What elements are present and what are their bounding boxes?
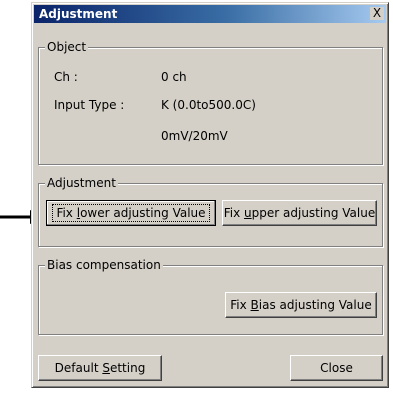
object-group-legend: Object: [45, 39, 89, 55]
input-type-value: K (0.0to500.0C): [161, 98, 256, 112]
range-value: 0mV/20mV: [161, 129, 228, 143]
fix-bias-button[interactable]: Fix Bias adjusting Value: [225, 292, 377, 318]
adjustment-group: Adjustment Fix lower adjusting Value Fix…: [38, 175, 383, 247]
fix-upper-button[interactable]: Fix upper adjusting Value: [222, 200, 377, 226]
bias-compensation-group: Bias compensation Fix Bias adjusting Val…: [38, 257, 383, 335]
ch-value: 0 ch: [161, 70, 187, 84]
title-bar: Adjustment X: [34, 5, 386, 23]
fix-bias-label: Fix Bias adjusting Value: [230, 298, 372, 312]
adjustment-group-legend: Adjustment: [45, 175, 118, 191]
dialog-title: Adjustment: [39, 7, 118, 21]
fix-upper-label: Fix upper adjusting Value: [223, 206, 376, 220]
bias-group-legend: Bias compensation: [45, 257, 163, 273]
close-icon[interactable]: X: [370, 7, 384, 20]
ch-label: Ch :: [54, 70, 78, 84]
default-setting-button[interactable]: Default Setting: [38, 355, 162, 381]
fix-lower-button[interactable]: Fix lower adjusting Value: [46, 200, 216, 226]
object-group: Object Ch : 0 ch Input Type : K (0.0to50…: [38, 39, 383, 165]
close-label: Close: [320, 361, 353, 375]
adjustment-dialog: Adjustment X Object Ch : 0 ch Input Type…: [31, 2, 389, 388]
fix-lower-label: Fix lower adjusting Value: [52, 204, 210, 222]
default-setting-label: Default Setting: [54, 361, 146, 375]
close-button[interactable]: Close: [290, 355, 383, 381]
input-type-label: Input Type :: [54, 98, 125, 112]
